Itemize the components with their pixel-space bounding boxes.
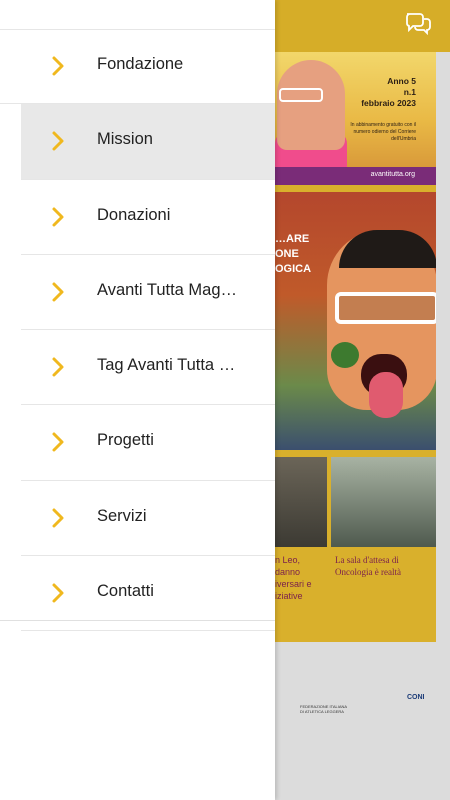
- cover-photo-glasses: [279, 88, 323, 102]
- chevron-right-icon: [52, 432, 64, 452]
- cover-header: Anno 5 n.1 febbraio 2023 In abbinamento …: [275, 52, 436, 170]
- url-bar: avantitutta.org: [275, 167, 436, 185]
- photo-left: [275, 457, 327, 547]
- coni-logo: CONI: [407, 694, 425, 701]
- chevron-right-icon: [52, 583, 64, 603]
- menu-item-mission[interactable]: Mission: [21, 104, 275, 180]
- menu-item-fondazione[interactable]: Fondazione: [0, 29, 275, 105]
- cover-photo-face: [277, 60, 345, 150]
- magazine-url: avantitutta.org: [370, 171, 415, 178]
- photo-row: [275, 457, 436, 547]
- chevron-right-icon: [52, 357, 64, 377]
- caption-right: La sala d'attesa di Oncologia è realtà: [335, 555, 401, 577]
- illustration-plant: [331, 342, 359, 368]
- issue-year: Anno 5: [387, 76, 416, 86]
- chevron-right-icon: [52, 508, 64, 528]
- issue-note: In abbinamento gratuito con il numero od…: [350, 122, 416, 142]
- magazine-background: Anno 5 n.1 febbraio 2023 In abbinamento …: [275, 52, 450, 800]
- menu-item-tag-avanti-tutta[interactable]: Tag Avanti Tutta …: [21, 330, 275, 406]
- federation-logo-text: FEDERAZIONE ITALIANA DI ATLETICA LEGGERA: [300, 704, 347, 714]
- menu-item-donazioni[interactable]: Donazioni: [21, 180, 275, 255]
- menu-item-progetti[interactable]: Progetti: [21, 405, 275, 481]
- sponsor-logos: FEDERAZIONE ITALIANA DI ATLETICA LEGGERA…: [295, 688, 450, 718]
- photo-right: [331, 457, 436, 547]
- chat-bubbles-icon[interactable]: [404, 11, 432, 35]
- menu-item-avanti-tutta-magazine[interactable]: Avanti Tutta Mag…: [21, 255, 275, 331]
- chevron-right-icon: [52, 282, 64, 302]
- menu-item-label: Contatti: [97, 582, 154, 601]
- menu-item-label: Servizi: [97, 506, 147, 525]
- menu-item-label: Tag Avanti Tutta …: [97, 356, 236, 375]
- menu-item-servizi[interactable]: Servizi: [21, 481, 275, 557]
- caption-left: n Leo, danno iversari e iziative: [275, 555, 312, 601]
- menu-item-label: Donazioni: [97, 205, 171, 224]
- illustration-hair: [339, 230, 436, 268]
- chevron-right-icon: [52, 56, 64, 76]
- menu-item-label: Mission: [97, 130, 153, 149]
- drawer-divider: [0, 620, 275, 621]
- drawer-header: [0, 0, 275, 30]
- drawer-menu: Fondazione Mission Donazioni Avanti Tutt…: [0, 29, 275, 632]
- menu-item-label: Avanti Tutta Mag…: [97, 280, 238, 299]
- illustration-glasses: [335, 292, 436, 324]
- issue-number: n.1: [403, 87, 416, 97]
- illustration-tongue: [369, 372, 403, 418]
- cover-illustration: …ARE ONE OGICA: [275, 192, 436, 450]
- menu-item-label: Progetti: [97, 431, 154, 450]
- navigation-drawer: Fondazione Mission Donazioni Avanti Tutt…: [0, 0, 275, 800]
- chevron-right-icon: [52, 131, 64, 151]
- coni-logo-text: CONI: [407, 694, 425, 701]
- menu-item-label: Fondazione: [97, 55, 184, 73]
- magazine-cover: Anno 5 n.1 febbraio 2023 In abbinamento …: [275, 52, 436, 642]
- issue-date: febbraio 2023: [361, 98, 416, 108]
- chevron-right-icon: [52, 207, 64, 227]
